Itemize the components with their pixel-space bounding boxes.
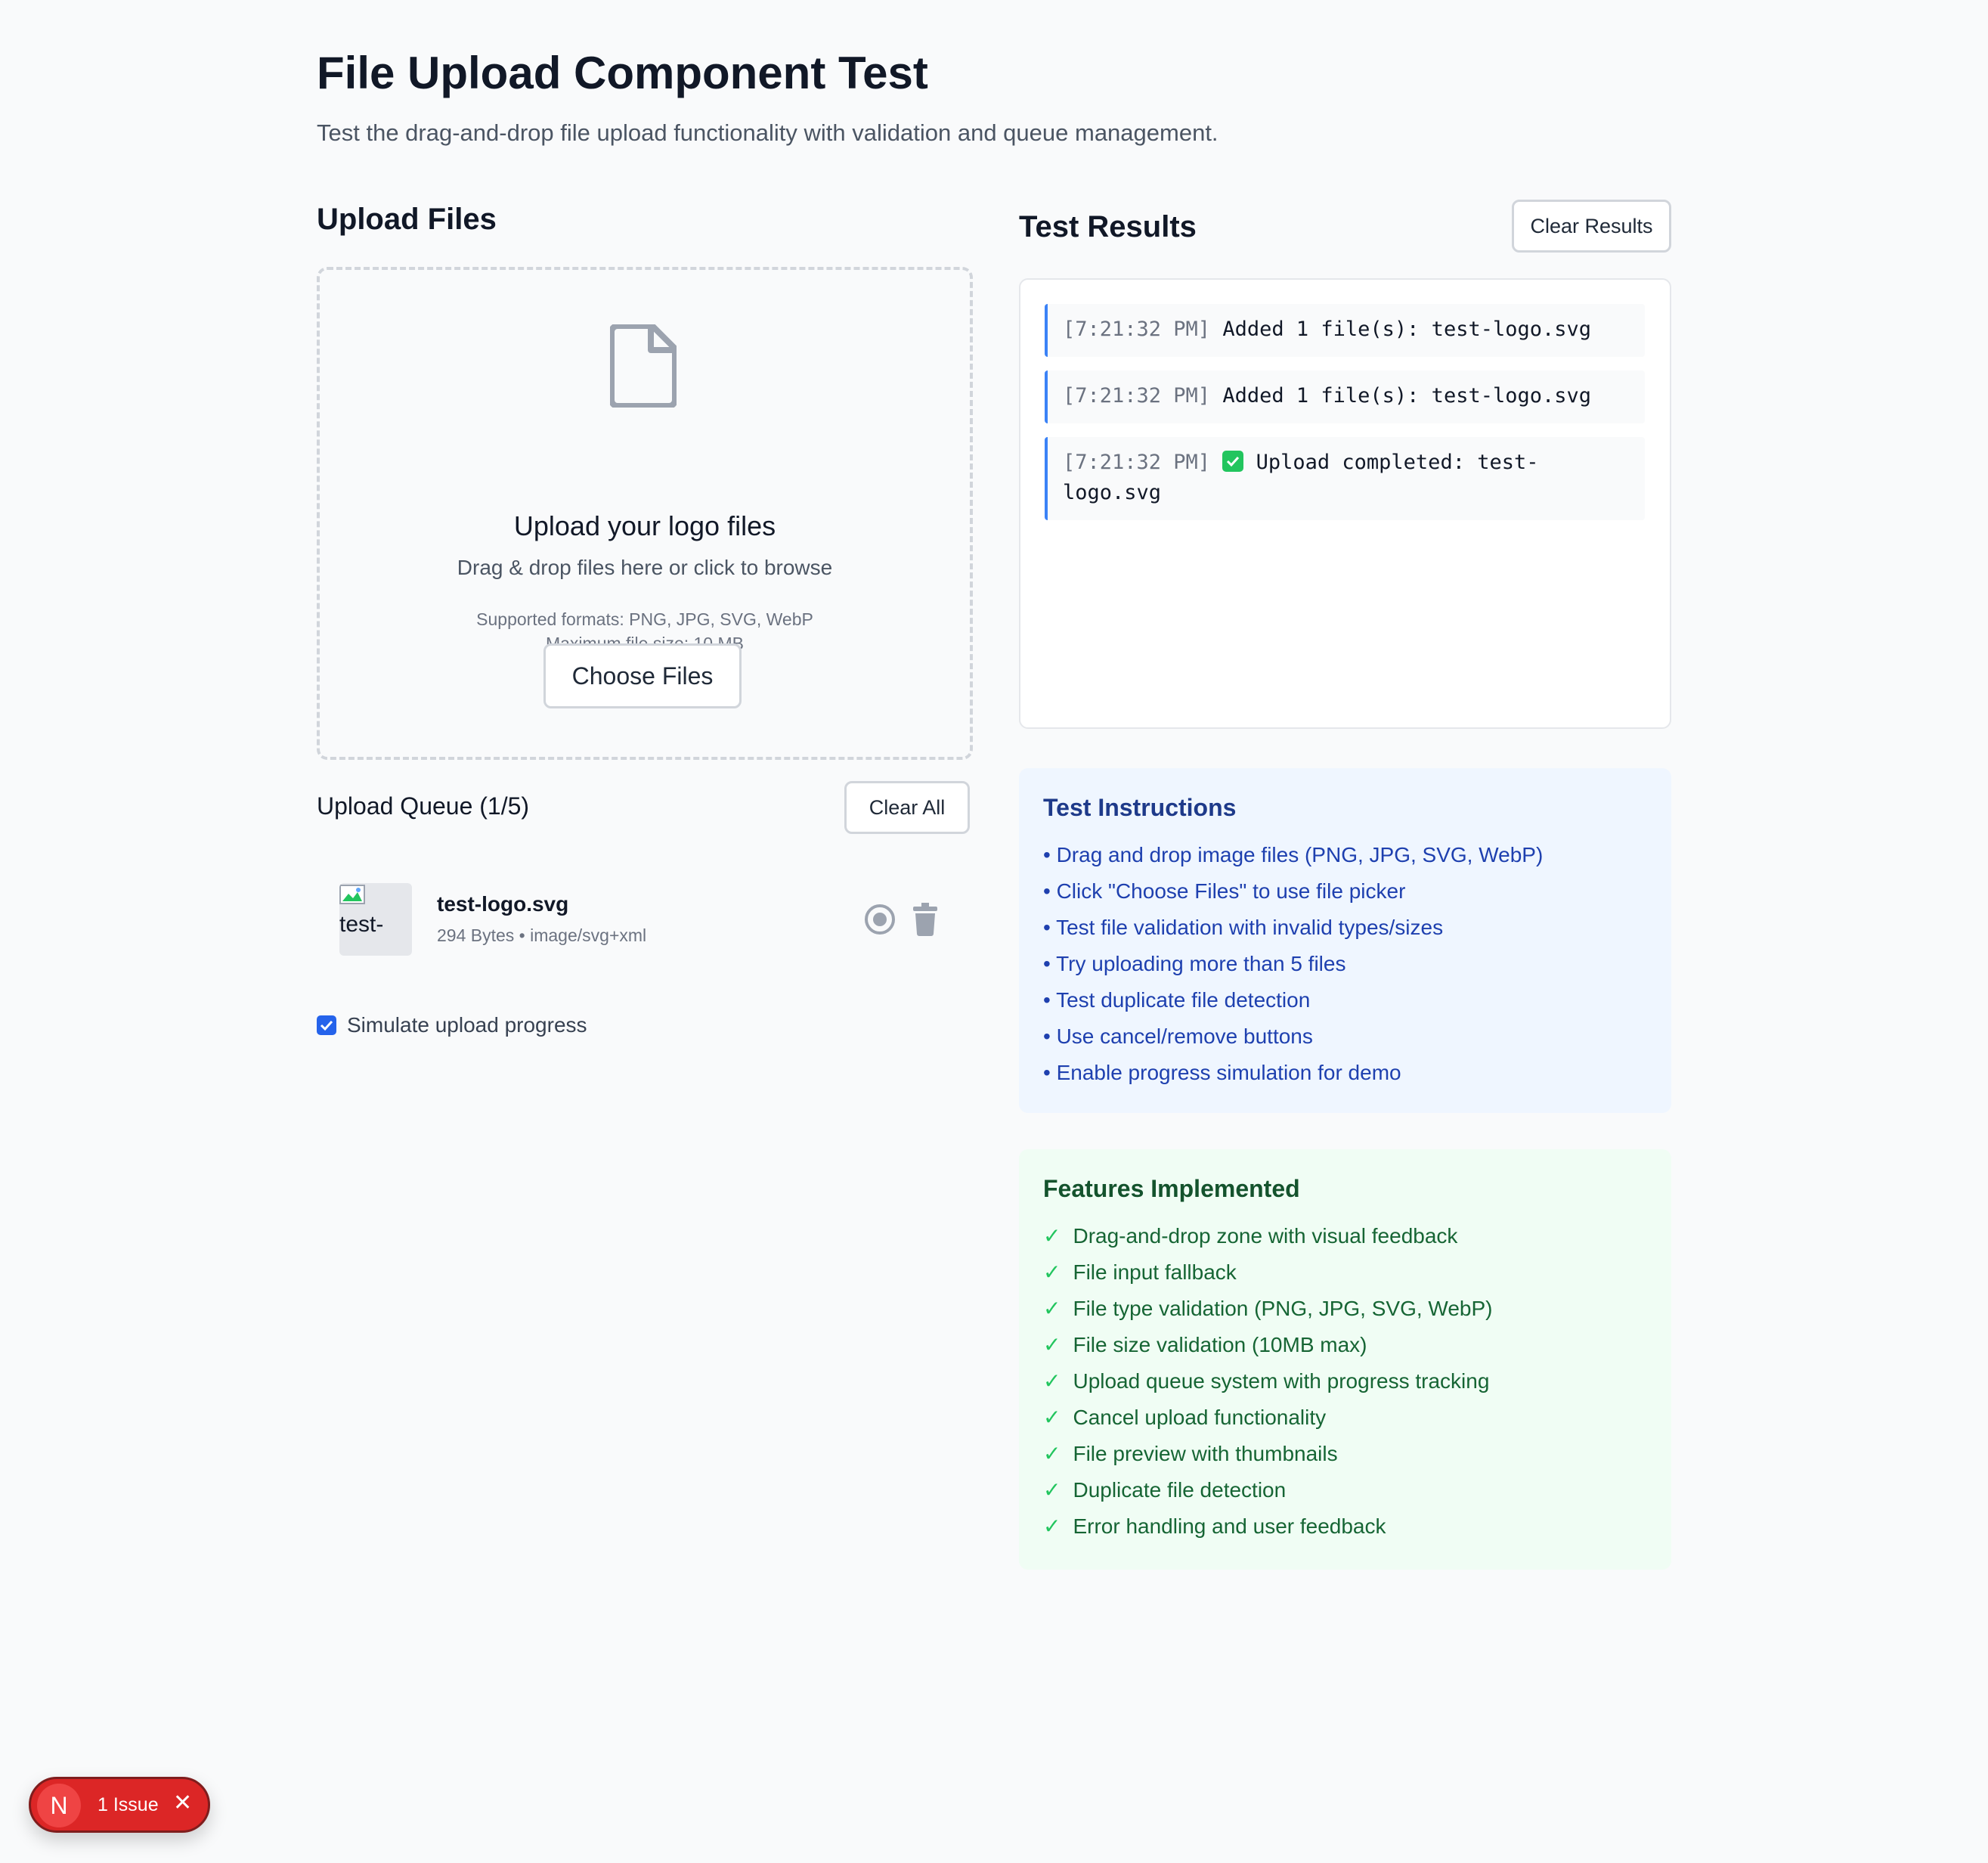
log-time: [7:21:32 PM] (1063, 318, 1211, 341)
page-title: File Upload Component Test (317, 48, 928, 98)
feature-item: ✓ Error handling and user feedback (1043, 1508, 1647, 1545)
clear-results-button[interactable]: Clear Results (1512, 200, 1671, 253)
queue-item: test- test-logo.svg 294 Bytes • image/sv… (339, 883, 952, 956)
feature-label: Error handling and user feedback (1073, 1514, 1386, 1538)
feature-item: ✓ File preview with thumbnails (1043, 1436, 1647, 1472)
check-icon: ✓ (1043, 1333, 1061, 1356)
check-icon: ✓ (1043, 1297, 1061, 1320)
features-list: ✓ Drag-and-drop zone with visual feedback… (1043, 1218, 1647, 1545)
feature-item: ✓ File size validation (10MB max) (1043, 1327, 1647, 1363)
instruction-item: • Use cancel/remove buttons (1043, 1024, 1313, 1048)
instruction-item: • Test duplicate file detection (1043, 988, 1311, 1012)
issue-count-label[interactable]: 1 Issue (98, 1794, 159, 1816)
check-icon: ✓ (1043, 1406, 1061, 1429)
feature-label: Cancel upload functionality (1073, 1406, 1327, 1429)
log-message: Added 1 file(s): test-logo.svg (1222, 318, 1592, 341)
upload-panel: Upload Files Upload your logo files Drag… (317, 203, 973, 1037)
dropzone-title: Upload your logo files (513, 510, 776, 541)
dropzone-subtitle: Drag & drop files here or click to brows… (457, 556, 833, 579)
broken-image-icon (339, 885, 365, 904)
upload-section-title: Upload Files (317, 203, 497, 236)
feature-item: ✓ File type validation (PNG, JPG, SVG, We… (1043, 1291, 1647, 1327)
close-icon[interactable]: ✕ (173, 1790, 192, 1816)
instruction-item: • Test file validation with invalid type… (1043, 916, 1444, 939)
dropzone[interactable]: Upload your logo files Drag & drop files… (317, 267, 973, 760)
instructions-list: • Drag and drop image files (PNG, JPG, S… (1043, 837, 1647, 1091)
check-icon: ✓ (1043, 1224, 1061, 1248)
simulate-progress-option[interactable]: Simulate upload progress (317, 1013, 587, 1037)
check-icon: ✓ (1043, 1369, 1061, 1393)
instruction-item: • Drag and drop image files (PNG, JPG, S… (1043, 843, 1544, 866)
feature-label: Upload queue system with progress tracki… (1073, 1369, 1490, 1393)
page-subtitle: Test the drag-and-drop file upload funct… (317, 119, 1219, 146)
feature-item: ✓ File input fallback (1043, 1254, 1647, 1291)
instruction-item: • Enable progress simulation for demo (1043, 1061, 1401, 1084)
test-results-title: Test Results (1019, 210, 1197, 243)
feature-item: ✓ Cancel upload functionality (1043, 1400, 1647, 1436)
feature-item: ✓ Duplicate file detection (1043, 1472, 1647, 1508)
feature-label: Duplicate file detection (1073, 1478, 1287, 1502)
features-title: Features Implemented (1043, 1175, 1300, 1202)
feature-label: File size validation (10MB max) (1073, 1333, 1367, 1356)
check-icon: ✓ (1043, 1442, 1061, 1465)
test-instructions-title: Test Instructions (1043, 794, 1237, 821)
check-icon: ✓ (1043, 1260, 1061, 1284)
check-icon: ✓ (1043, 1514, 1061, 1538)
test-instructions-box: Test Instructions • Drag and drop image … (1019, 768, 1671, 1113)
log-entry: [7:21:32 PM] Upload completed: test-logo… (1045, 437, 1645, 520)
simulate-progress-label: Simulate upload progress (347, 1013, 587, 1037)
radio-status-icon[interactable] (863, 903, 896, 936)
file-meta: 294 Bytes • image/svg+xml (437, 925, 647, 945)
file-icon (610, 324, 677, 408)
next-logo-icon: N (37, 1784, 81, 1827)
log-message: Added 1 file(s): test-logo.svg (1222, 384, 1592, 408)
log-time: [7:21:32 PM] (1063, 384, 1211, 408)
clear-all-button[interactable]: Clear All (844, 781, 970, 834)
file-name: test-logo.svg (437, 892, 569, 916)
log-entry: [7:21:32 PM] Added 1 file(s): test-logo.… (1045, 304, 1645, 357)
check-mark-emoji-icon (1222, 451, 1244, 472)
instruction-item: • Try uploading more than 5 files (1043, 952, 1346, 975)
check-icon: ✓ (1043, 1478, 1061, 1502)
log-entry: [7:21:32 PM] Added 1 file(s): test-logo.… (1045, 370, 1645, 423)
supported-formats: Supported formats: PNG, JPG, SVG, WebP (476, 609, 813, 629)
feature-label: File input fallback (1073, 1260, 1237, 1284)
feature-label: File type validation (PNG, JPG, SVG, Web… (1073, 1297, 1493, 1320)
instruction-item: • Click "Choose Files" to use file picke… (1043, 879, 1406, 903)
trash-icon[interactable] (912, 903, 938, 936)
features-box: Features Implemented ✓ Drag-and-drop zone… (1019, 1149, 1671, 1570)
feature-item: ✓ Upload queue system with progress track… (1043, 1363, 1647, 1400)
log-time: [7:21:32 PM] (1063, 451, 1211, 474)
simulate-progress-checkbox[interactable] (317, 1015, 336, 1035)
feature-label: Drag-and-drop zone with visual feedback (1073, 1224, 1458, 1248)
upload-queue-title: Upload Queue (1/5) (317, 792, 530, 820)
feature-item: ✓ Drag-and-drop zone with visual feedback (1043, 1218, 1647, 1254)
feature-label: File preview with thumbnails (1073, 1442, 1338, 1465)
thumbnail-alt-text: test- (339, 912, 384, 937)
choose-files-button[interactable]: Choose Files (543, 643, 742, 708)
results-log: [7:21:32 PM] Added 1 file(s): test-logo.… (1019, 278, 1671, 729)
dev-issues-badge[interactable]: N 1 Issue ✕ (29, 1777, 210, 1833)
file-thumbnail: test- (339, 883, 412, 956)
